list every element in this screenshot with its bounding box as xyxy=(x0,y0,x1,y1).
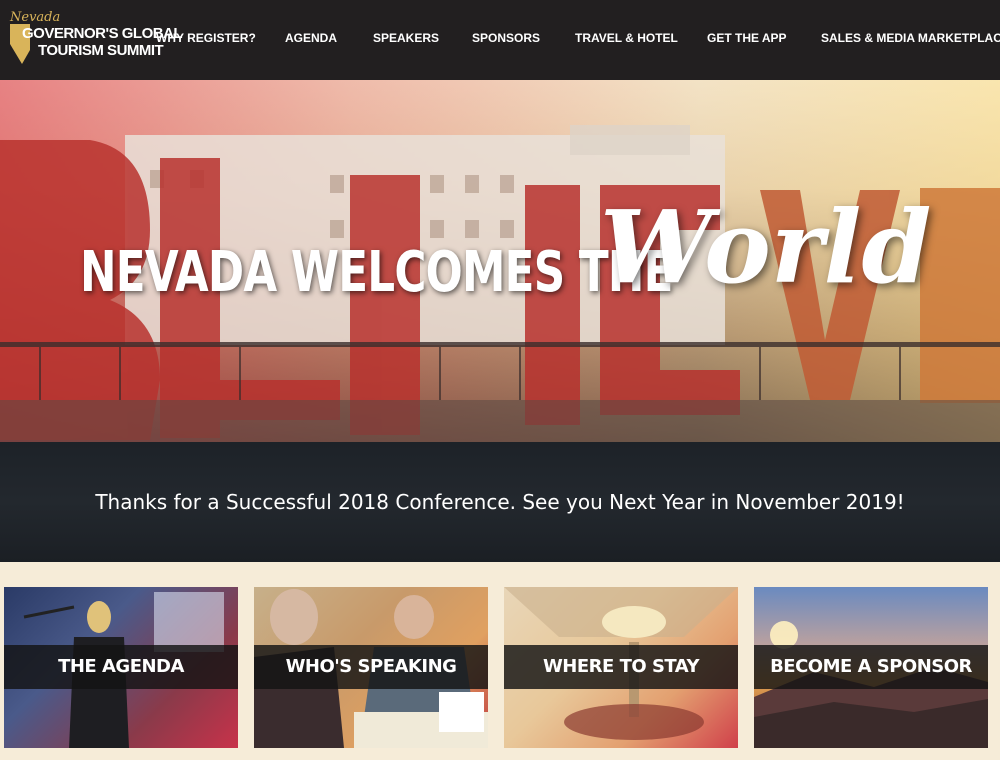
card-label: BECOME A SPONSOR xyxy=(770,656,972,677)
top-navigation: Nevada GOVERNOR'S GLOBAL TOURISM SUMMIT … xyxy=(0,0,1000,80)
page-bottom-strip xyxy=(0,752,1000,760)
nav-sales-media-marketplaces[interactable]: SALES & MEDIA MARKETPLACES xyxy=(821,31,1000,45)
summit-logo[interactable]: Nevada GOVERNOR'S GLOBAL TOURISM SUMMIT xyxy=(4,10,183,70)
card-label: WHO'S SPEAKING xyxy=(285,656,457,677)
card-where-to-stay[interactable]: WHERE TO STAY xyxy=(504,587,738,748)
card-become-a-sponsor[interactable]: BECOME A SPONSOR xyxy=(754,587,988,748)
logo-script-word: Nevada xyxy=(10,10,61,25)
card-label-band: BECOME A SPONSOR xyxy=(754,645,988,689)
card-label: THE AGENDA xyxy=(58,656,184,677)
hero-script-word: World xyxy=(600,188,932,306)
hero-banner: NEVADA WELCOMES THE World xyxy=(0,80,1000,442)
logo-line-2: TOURISM SUMMIT xyxy=(38,42,164,59)
nav-sponsors[interactable]: SPONSORS xyxy=(472,31,540,45)
card-label-band: WHERE TO STAY xyxy=(504,645,738,689)
nav-agenda[interactable]: AGENDA xyxy=(285,31,337,45)
nav-why-register[interactable]: WHY REGISTER? xyxy=(156,31,256,45)
nav-get-the-app[interactable]: GET THE APP xyxy=(707,31,787,45)
announcement-banner: Thanks for a Successful 2018 Conference.… xyxy=(0,442,1000,562)
hero-headline: NEVADA WELCOMES THE xyxy=(80,240,673,305)
nav-speakers[interactable]: SPEAKERS xyxy=(373,31,439,45)
card-label: WHERE TO STAY xyxy=(542,656,700,677)
announcement-text: Thanks for a Successful 2018 Conference.… xyxy=(95,490,905,514)
card-label-band: THE AGENDA xyxy=(4,645,238,689)
card-the-agenda[interactable]: THE AGENDA xyxy=(4,587,238,748)
card-label-band: WHO'S SPEAKING xyxy=(254,645,488,689)
card-whos-speaking[interactable]: WHO'S SPEAKING xyxy=(254,587,488,748)
nav-travel-hotel[interactable]: TRAVEL & HOTEL xyxy=(575,31,678,45)
